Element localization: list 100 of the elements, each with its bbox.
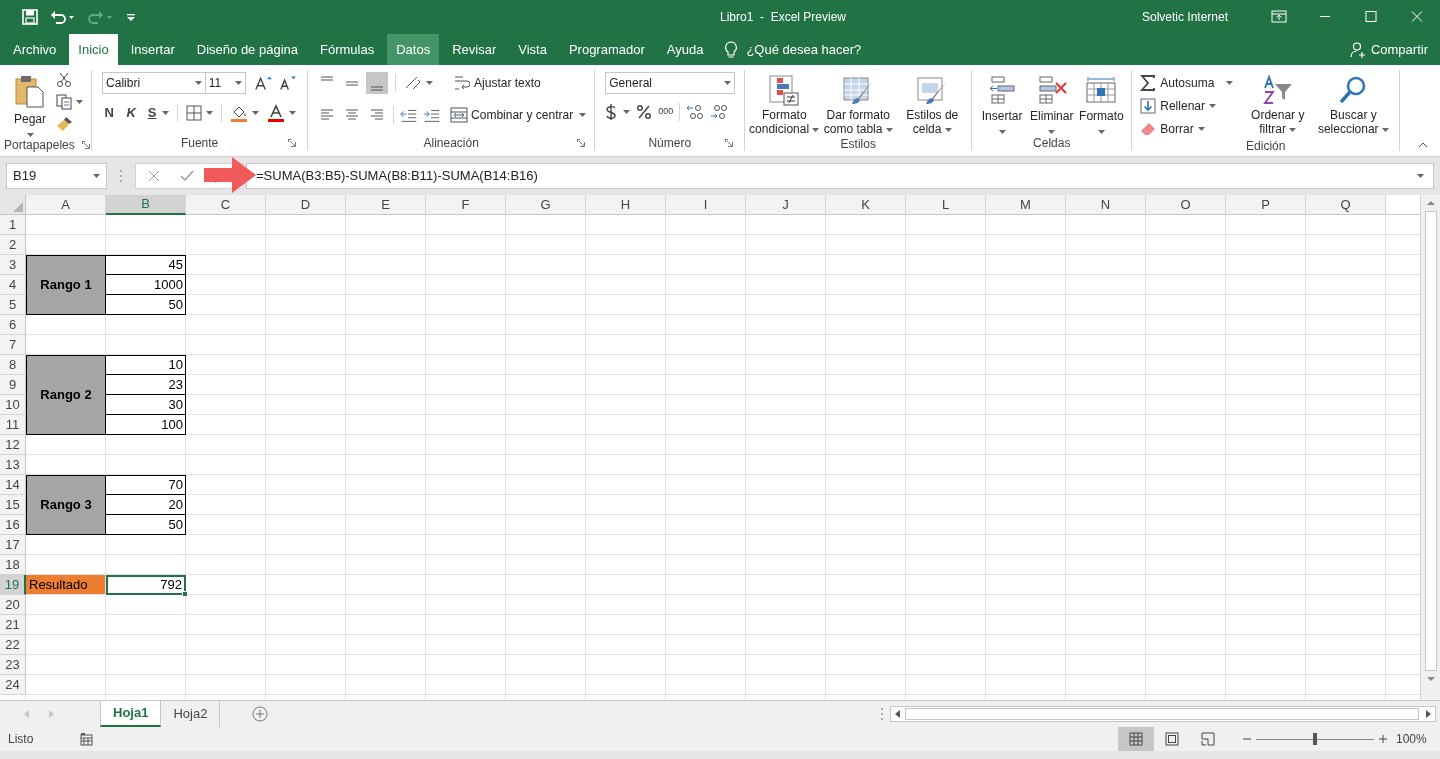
ribbon-button[interactable]: Autosuma: [1140, 74, 1240, 92]
row-header[interactable]: 2: [0, 235, 26, 255]
row-header[interactable]: 12: [0, 435, 26, 455]
scrollbar-thumb[interactable]: [905, 708, 1419, 720]
dialog-launcher-icon[interactable]: [288, 139, 297, 147]
caret-icon[interactable]: [26, 133, 34, 137]
italic-button[interactable]: K: [124, 103, 139, 123]
row-header[interactable]: 9: [0, 375, 26, 395]
ribbon-button[interactable]: Eliminar: [1027, 72, 1076, 134]
caret-icon[interactable]: [1197, 127, 1205, 131]
caret-icon[interactable]: [579, 113, 587, 117]
caret-icon[interactable]: [1289, 127, 1297, 132]
caret-icon[interactable]: [76, 100, 83, 104]
ribbon-button[interactable]: Buscar y seleccionar: [1315, 72, 1392, 136]
caret-icon[interactable]: [812, 127, 820, 132]
shrink-font-icon[interactable]: [278, 74, 298, 92]
row-header[interactable]: 18: [0, 555, 26, 575]
caret-icon[interactable]: [289, 110, 297, 115]
caret-icon[interactable]: [162, 110, 170, 115]
row-header[interactable]: 17: [0, 535, 26, 555]
ribbon-tab[interactable]: Vista: [509, 34, 556, 65]
ribbon-button[interactable]: Borrar: [1140, 120, 1240, 138]
font-name-field[interactable]: Calibri: [102, 72, 206, 94]
grow-font-icon[interactable]: [253, 74, 273, 92]
cut-icon[interactable]: [56, 72, 72, 88]
row-header[interactable]: 20: [0, 595, 26, 615]
scrollbar-thumb[interactable]: [1424, 211, 1437, 671]
bottom-align-icon[interactable]: [366, 72, 389, 94]
column-header[interactable]: Q: [1306, 195, 1386, 215]
ribbon-tab[interactable]: Revisar: [443, 34, 506, 65]
collapse-ribbon-icon[interactable]: [1418, 142, 1428, 148]
column-header[interactable]: G: [506, 195, 586, 215]
enter-icon[interactable]: [180, 169, 194, 182]
caret-icon[interactable]: [724, 81, 732, 85]
column-header[interactable]: D: [266, 195, 346, 215]
row-header[interactable]: 10: [0, 395, 26, 415]
caret-icon[interactable]: [623, 110, 631, 114]
row-header[interactable]: 5: [0, 295, 26, 315]
dialog-launcher-icon[interactable]: [577, 139, 586, 147]
ribbon-button[interactable]: Dar formato como tabla: [821, 72, 896, 136]
row-header[interactable]: 16: [0, 515, 26, 535]
slider-thumb[interactable]: [1313, 733, 1317, 745]
ribbon-tab[interactable]: Fórmulas: [311, 34, 384, 65]
column-header[interactable]: K: [826, 195, 906, 215]
currency-icon[interactable]: [605, 103, 618, 121]
row-header[interactable]: 15: [0, 495, 26, 515]
tell-me-field[interactable]: ¿Qué desea hacer?: [746, 39, 862, 60]
row-header[interactable]: 19: [0, 575, 26, 595]
column-header[interactable]: M: [986, 195, 1066, 215]
cancel-icon[interactable]: [148, 169, 160, 182]
row-header[interactable]: 14: [0, 475, 26, 495]
caret-icon[interactable]: [1381, 127, 1389, 132]
column-header[interactable]: J: [746, 195, 826, 215]
ribbon-tab[interactable]: Inicio: [69, 34, 118, 65]
caret-icon[interactable]: [252, 110, 260, 115]
ribbon-tab[interactable]: Diseño de página: [187, 34, 307, 65]
caret-icon[interactable]: [998, 130, 1006, 134]
ribbon-tab[interactable]: Ayuda: [657, 34, 713, 65]
row-header[interactable]: 8: [0, 355, 26, 375]
ribbon-button[interactable]: Rellenar: [1140, 97, 1240, 115]
row-header[interactable]: 22: [0, 635, 26, 655]
font-size-field[interactable]: 11: [205, 72, 246, 94]
name-box[interactable]: B19: [6, 162, 107, 189]
save-icon[interactable]: [22, 8, 38, 25]
caret-icon[interactable]: [885, 127, 893, 132]
increase-decimal-icon[interactable]: [686, 103, 705, 121]
format-painter-icon[interactable]: [56, 116, 74, 132]
add-sheet-icon[interactable]: [252, 706, 269, 722]
caret-icon[interactable]: [206, 110, 214, 115]
row-header[interactable]: 11: [0, 415, 26, 435]
share-button[interactable]: Compartir: [1370, 39, 1428, 60]
decrease-decimal-icon[interactable]: [710, 103, 729, 121]
sheet-tab[interactable]: Hoja1: [100, 701, 162, 727]
percent-icon[interactable]: [636, 104, 653, 120]
column-header[interactable]: B: [106, 195, 186, 215]
wrap-text-button[interactable]: Ajustar texto: [454, 74, 541, 92]
caret-icon[interactable]: [944, 127, 952, 132]
selected-cell[interactable]: 792: [106, 575, 186, 595]
caret-icon[interactable]: [194, 81, 202, 85]
fill-handle[interactable]: [182, 591, 188, 597]
column-header[interactable]: E: [346, 195, 426, 215]
row-header[interactable]: 7: [0, 335, 26, 355]
copy-icon[interactable]: [56, 94, 72, 110]
row-header[interactable]: 3: [0, 255, 26, 275]
bold-button[interactable]: N: [102, 103, 117, 123]
ribbon-button[interactable]: Ordenar y filtrar: [1239, 72, 1316, 136]
column-header[interactable]: L: [906, 195, 986, 215]
ribbon-tab[interactable]: Insertar: [121, 34, 184, 65]
column-header[interactable]: I: [666, 195, 746, 215]
paste-button[interactable]: Pegar: [8, 74, 52, 137]
underline-button[interactable]: S: [146, 103, 159, 123]
caret-icon[interactable]: [1048, 130, 1056, 134]
dialog-launcher-icon[interactable]: [725, 139, 734, 147]
caret-icon[interactable]: [93, 173, 100, 178]
ribbon-tab[interactable]: Archivo: [4, 34, 66, 65]
row-header[interactable]: 13: [0, 455, 26, 475]
ribbon-button[interactable]: Formato condicional: [747, 72, 822, 136]
merge-center-button[interactable]: Combinar y centrar: [450, 106, 587, 124]
caret-icon[interactable]: [1209, 104, 1216, 108]
column-header[interactable]: H: [586, 195, 666, 215]
